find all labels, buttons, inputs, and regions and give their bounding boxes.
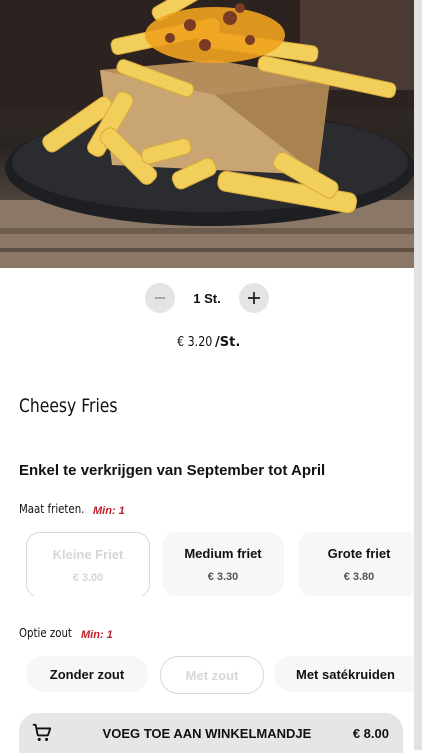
size-option-name: Kleine Friet xyxy=(52,546,124,562)
size-group-label: Maat frieten. xyxy=(19,502,85,516)
minus-icon xyxy=(155,297,165,299)
size-options: Kleine Friet € 3.00 Medium friet € 3.30 … xyxy=(0,532,414,596)
size-option-grote-friet[interactable]: Grote friet € 3.80 xyxy=(298,532,414,596)
quantity-value: 1 St. xyxy=(193,290,221,306)
salt-min-tag: Min: 1 xyxy=(81,629,113,641)
size-option-kleine-friet[interactable]: Kleine Friet € 3.00 xyxy=(26,532,150,596)
decrease-quantity-button[interactable] xyxy=(145,283,175,313)
cart-icon xyxy=(32,723,52,741)
size-option-price: € 3.30 xyxy=(207,570,239,583)
unit-price: € 3.20/St. xyxy=(0,335,414,350)
size-option-name: Grote friet xyxy=(327,545,391,561)
cart-total: € 8.00 xyxy=(352,725,389,741)
plus-icon xyxy=(248,292,260,304)
add-to-cart-button[interactable]: VOEG TOE AAN WINKELMANDJE € 8.00 xyxy=(19,713,403,753)
salt-option-met-zout[interactable]: Met zout xyxy=(160,656,264,694)
scrollbar[interactable] xyxy=(414,0,422,750)
salt-group-label: Optie zout xyxy=(19,626,72,640)
size-option-price: € 3.80 xyxy=(343,570,375,583)
availability-note: Enkel te verkrijgen van September tot Ap… xyxy=(19,462,326,479)
product-title: Cheesy Fries xyxy=(19,395,118,417)
product-photo xyxy=(0,0,414,268)
price-unit: /St. xyxy=(215,335,241,350)
salt-option-met-satekruiden[interactable]: Met satékruiden xyxy=(274,656,414,692)
increase-quantity-button[interactable] xyxy=(239,283,269,313)
price-amount: € 3.20 xyxy=(176,335,212,350)
size-option-medium-friet[interactable]: Medium friet € 3.30 xyxy=(162,532,284,596)
add-to-cart-label: VOEG TOE AAN WINKELMANDJE xyxy=(102,725,312,741)
salt-options: Zonder zout Met zout Met satékruiden xyxy=(0,656,414,694)
salt-option-zonder-zout[interactable]: Zonder zout xyxy=(26,656,148,692)
size-min-tag: Min: 1 xyxy=(93,505,125,517)
size-option-name: Medium friet xyxy=(184,545,262,561)
quantity-stepper: 1 St. xyxy=(0,283,414,313)
size-option-price: € 3.00 xyxy=(72,571,104,584)
